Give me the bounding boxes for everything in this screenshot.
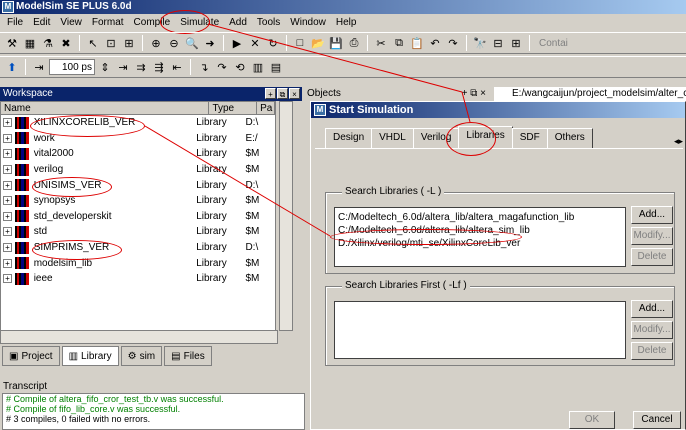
annotation-arrows: [144, 23, 471, 237]
